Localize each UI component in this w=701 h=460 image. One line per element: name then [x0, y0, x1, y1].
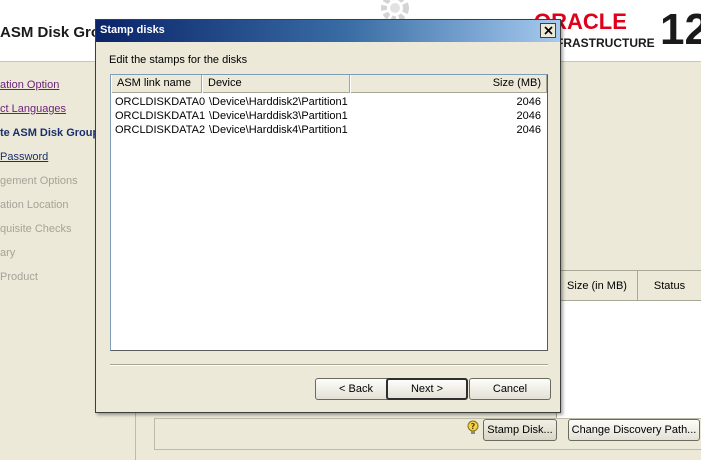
column-header-size[interactable]: Size (in MB) [557, 271, 638, 301]
column-header-asm-link-name[interactable]: ASM link name [111, 75, 202, 93]
nav-step-create-asm-disk-group[interactable]: te ASM Disk Group [0, 127, 99, 139]
stamps-table: ASM link name Device Size (MB) ORCLDISKD… [110, 74, 548, 351]
nav-step-management-options: gement Options [0, 175, 78, 187]
column-header-size[interactable]: Size (MB) [350, 75, 547, 93]
installer-step-title: ASM Disk Grou [0, 24, 110, 41]
table-row[interactable]: ORCLDISKDATA2 \Device\Harddisk4\Partitio… [111, 123, 547, 137]
dialog-titlebar[interactable]: Stamp disks [96, 20, 560, 42]
cell-device: \Device\Harddisk4\Partition1 [209, 124, 348, 136]
dialog-separator [110, 364, 548, 366]
cancel-button-label: Cancel [492, 383, 528, 395]
back-button[interactable]: < Back [315, 378, 397, 400]
stamp-disk-button-label: Stamp Disk... [487, 424, 553, 436]
cell-asm-link-name[interactable]: ORCLDISKDATA0 [115, 95, 205, 109]
close-icon[interactable] [540, 23, 556, 38]
disk-table: Size (in MB) Status [556, 270, 701, 418]
column-header-status[interactable]: Status [638, 271, 701, 301]
nav-step-password[interactable]: Password [0, 151, 48, 163]
dialog-instruction: Edit the stamps for the disks [109, 54, 248, 66]
cell-device: \Device\Harddisk2\Partition1 [209, 96, 348, 108]
cancel-button[interactable]: Cancel [469, 378, 551, 400]
stamps-table-header: ASM link name Device Size (MB) [111, 75, 547, 93]
nav-step-install-product: Product [0, 271, 38, 283]
nav-step-summary: ary [0, 247, 16, 259]
stamp-disk-button[interactable]: Stamp Disk... [483, 419, 557, 441]
cell-size: 2046 [516, 110, 541, 122]
change-discovery-path-button-label: Change Discovery Path... [571, 424, 697, 436]
nav-step-select-languages[interactable]: ct Languages [0, 103, 66, 115]
table-row[interactable]: ORCLDISKDATA0 \Device\Harddisk2\Partitio… [111, 95, 547, 109]
table-row[interactable]: ORCLDISKDATA1 \Device\Harddisk3\Partitio… [111, 109, 547, 123]
stamp-disks-dialog: Stamp disks Edit the stamps for the disk… [95, 19, 561, 413]
help-bulb-icon[interactable]: ? [466, 420, 480, 436]
product-version: 12 [660, 5, 701, 54]
dialog-title: Stamp disks [100, 24, 165, 36]
nav-step-prerequisite-checks: quisite Checks [0, 223, 72, 235]
cell-size: 2046 [516, 96, 541, 108]
svg-text:?: ? [471, 422, 476, 431]
cell-device: \Device\Harddisk3\Partition1 [209, 110, 348, 122]
cell-asm-link-name[interactable]: ORCLDISKDATA1 [115, 109, 205, 123]
back-button-label: < Back [339, 383, 373, 395]
cell-size: 2046 [516, 124, 541, 136]
cell-asm-link-name[interactable]: ORCLDISKDATA2 [115, 123, 205, 137]
nav-step-installation-location: ation Location [0, 199, 69, 211]
nav-step-installation-option[interactable]: ation Option [0, 79, 59, 91]
change-discovery-path-button[interactable]: Change Discovery Path... [568, 419, 700, 441]
next-button-label: Next > [410, 383, 444, 395]
product-subtitle: FRASTRUCTURE [556, 36, 655, 50]
next-button[interactable]: Next > [386, 378, 468, 400]
column-header-device[interactable]: Device [202, 75, 350, 93]
